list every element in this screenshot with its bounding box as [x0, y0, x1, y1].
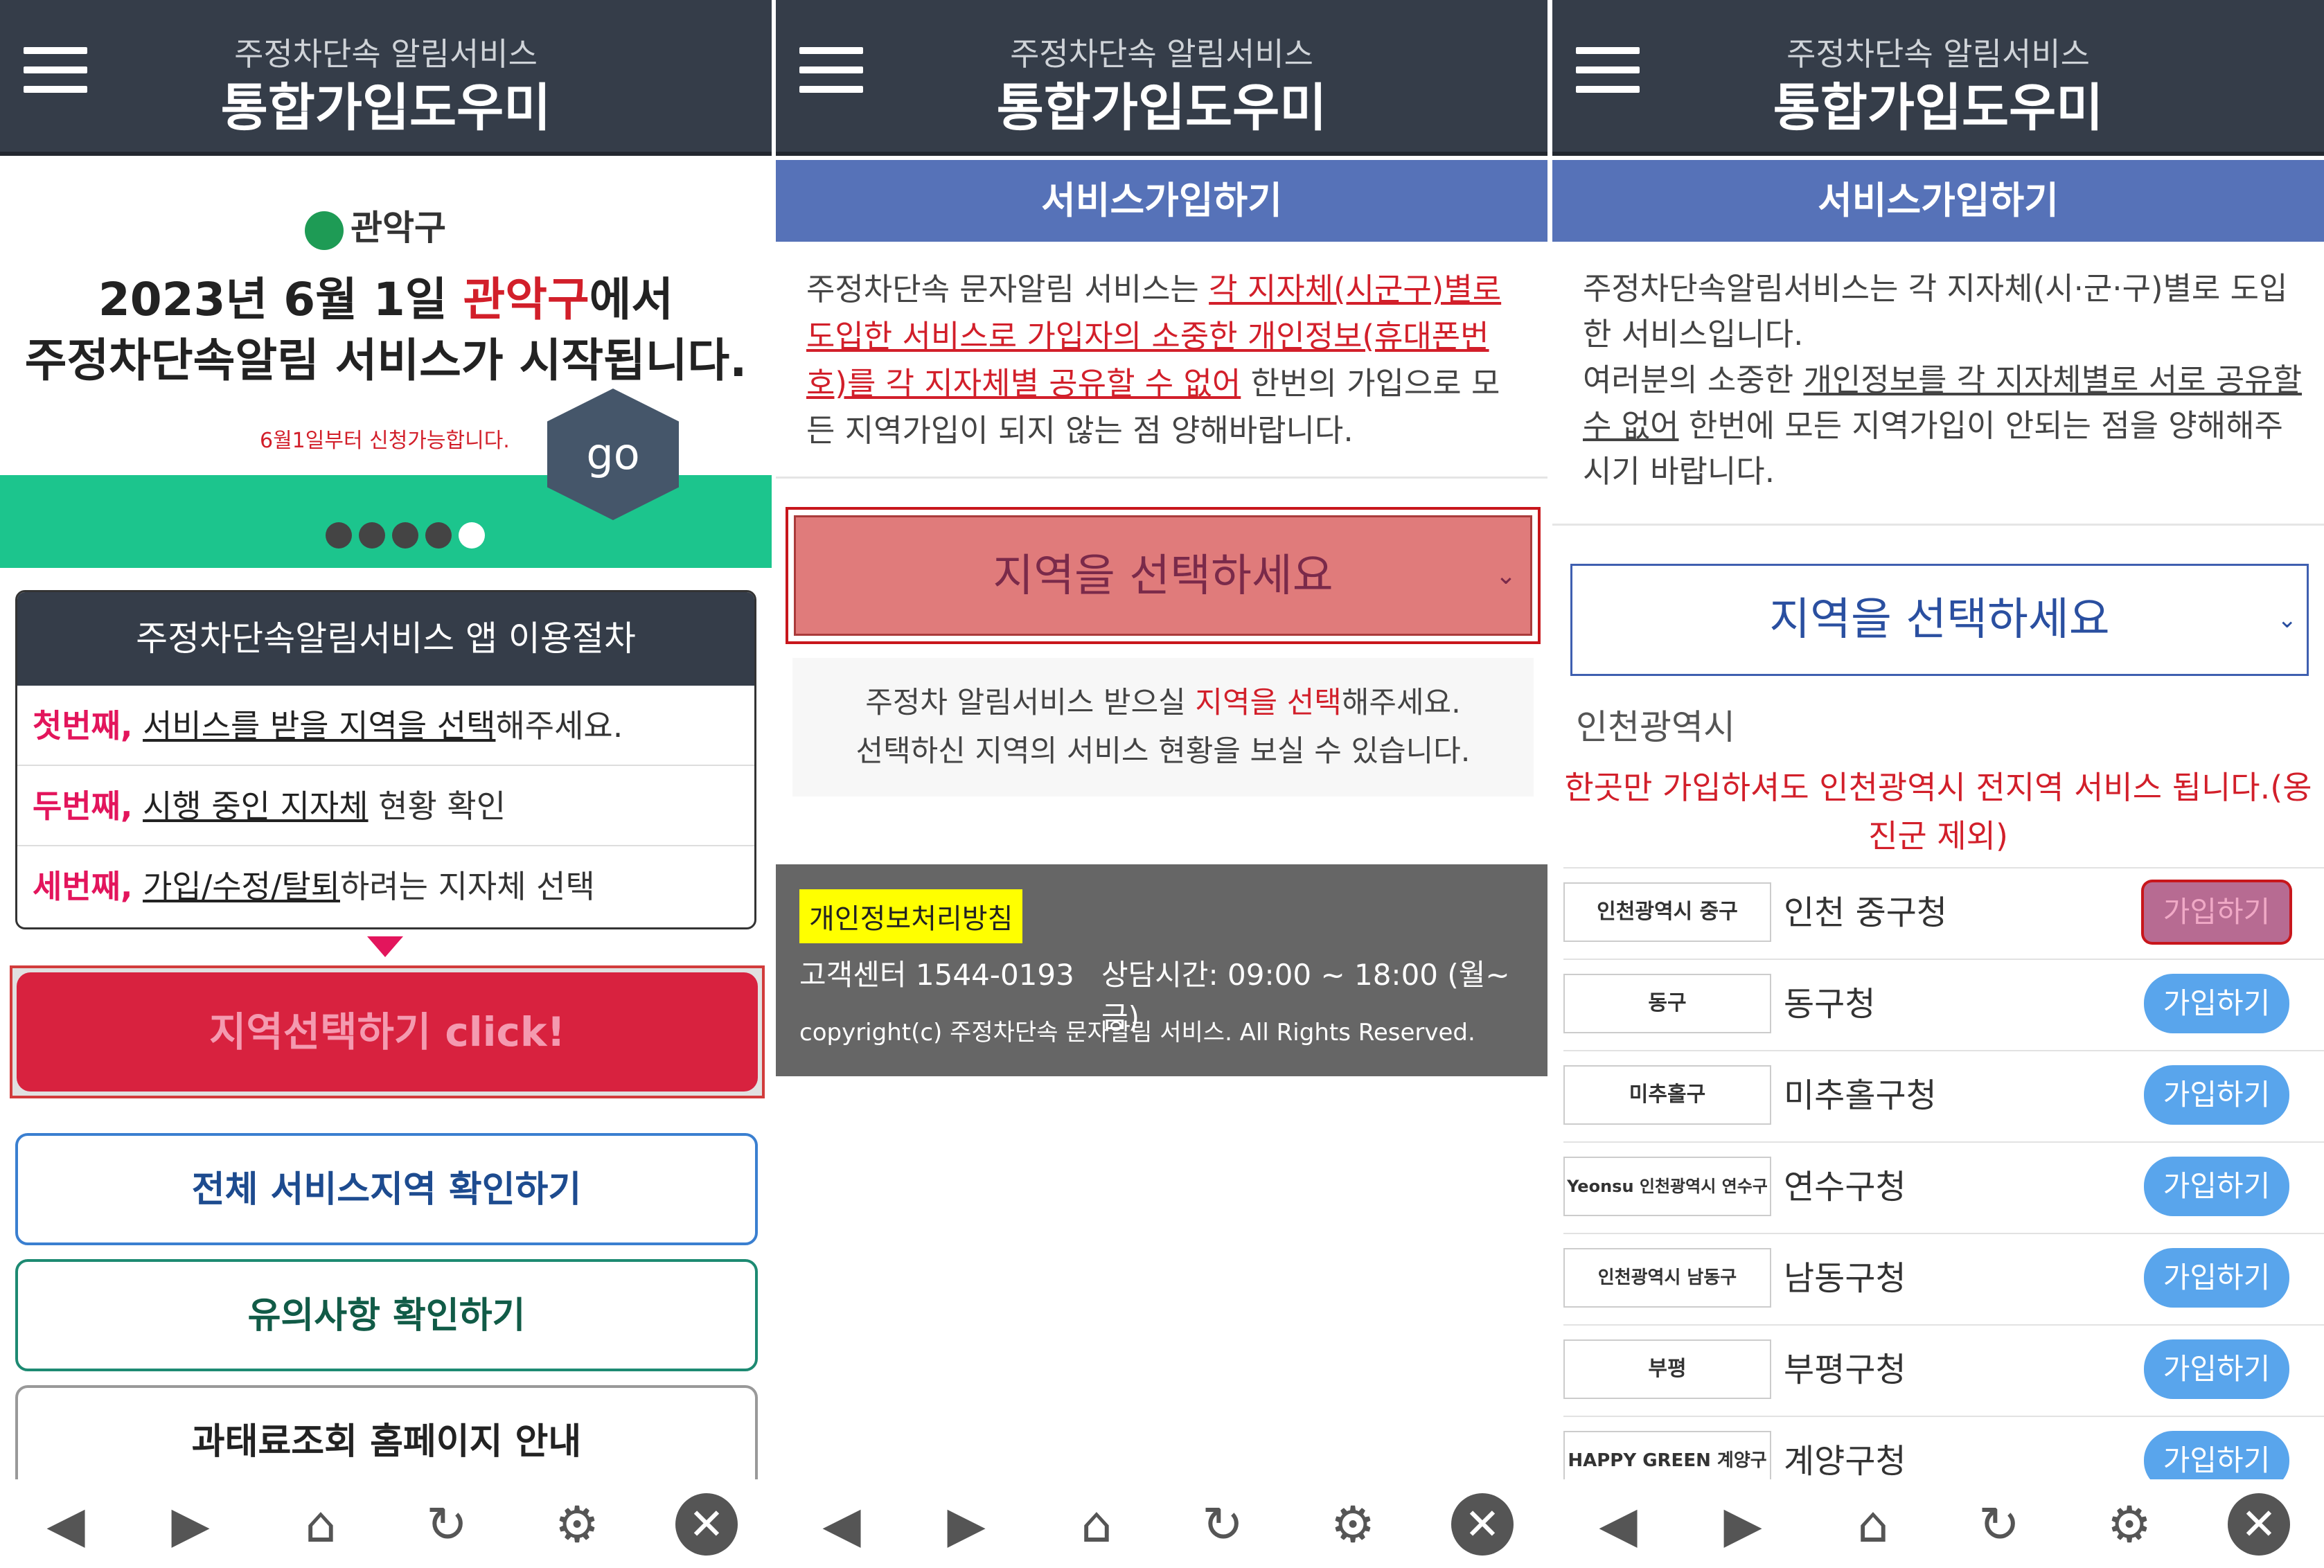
back-icon[interactable]: ◀ [810, 1493, 873, 1556]
region-select[interactable]: 지역을 선택하세요 ⌄ [1570, 564, 2309, 676]
chevron-down-icon: ⌄ [1495, 562, 1516, 590]
banner-headline-2: 주정차단속알림 서비스가 시작됩니다. [24, 334, 747, 387]
settings-icon[interactable]: ⚙ [2098, 1493, 2161, 1556]
panel-signup-select: 주정차단속 알림서비스 통합가입도우미 서비스가입하기 주정차단속 문자알림 서… [776, 0, 1547, 1568]
intro-text: 주정차단속 문자알림 서비스는 각 지자체(시군구)별로 도입한 서비스로 가입… [806, 271, 1502, 449]
site-footer: 개인정보처리방침 고객센터 1544-0193 상담시간: 09:00 ~ 18… [776, 864, 1547, 1076]
refresh-icon[interactable]: ↻ [416, 1493, 478, 1556]
org-logo: 인천광역시 남동구 [1563, 1248, 1771, 1308]
back-icon[interactable]: ◀ [1587, 1493, 1649, 1556]
org-name: 미추홀구청 [1784, 1076, 1937, 1115]
home-icon[interactable]: ⌂ [1842, 1493, 1904, 1556]
header-title: 통합가입도우미 [996, 78, 1327, 138]
org-logo: 부평 [1563, 1339, 1771, 1399]
section-title-bar: 서비스가입하기 [776, 160, 1547, 242]
separator [776, 476, 1547, 479]
customer-center: 고객센터 1544-0193 [799, 958, 1074, 992]
org-logo: 인천광역시 중구 [1563, 882, 1771, 942]
join-button[interactable]: 가입하기 [2144, 1339, 2289, 1399]
carousel-dots[interactable] [326, 522, 492, 551]
region-select[interactable]: 지역을 선택하세요 ⌄ [786, 507, 1541, 644]
privacy-policy-link[interactable]: 개인정보처리방침 [799, 889, 1023, 943]
header-title: 통합가입도우미 [220, 78, 551, 138]
header-title: 통합가입도우미 [1773, 78, 2104, 138]
org-logo: 동구 [1563, 974, 1771, 1033]
step-1-link[interactable]: 서비스를 받을 지역을 선택 [143, 707, 495, 745]
refresh-icon[interactable]: ↻ [1968, 1493, 2030, 1556]
procedure-title: 주정차단속알림서비스 앱 이용절차 [17, 592, 754, 686]
org-row: 인천광역시 중구 인천 중구청 가입하기 [1563, 867, 2324, 959]
notice-button[interactable]: 유의사항 확인하기 [15, 1259, 758, 1371]
org-row: 동구 동구청 가입하기 [1563, 959, 2324, 1050]
close-icon[interactable]: ✕ [2228, 1493, 2290, 1556]
org-name: 인천 중구청 [1784, 893, 1948, 932]
procedure-step-1: 첫번째, 서비스를 받을 지역을 선택해주세요. [17, 686, 754, 766]
intro-text: 주정차단속알림서비스는 각 지자체(시·군·구)별로 도입한 서비스입니다. 여… [1583, 270, 2303, 490]
chevron-down-icon: ⌄ [2277, 606, 2298, 634]
join-button[interactable]: 가입하기 [2144, 974, 2289, 1033]
org-row: 인천광역시 남동구 남동구청 가입하기 [1563, 1233, 2324, 1324]
gwanak-logo: 관악구 [305, 200, 446, 250]
procedure-box: 주정차단속알림서비스 앱 이용절차 첫번째, 서비스를 받을 지역을 선택해주세… [15, 590, 756, 929]
carousel-dot[interactable] [326, 522, 352, 549]
home-icon[interactable]: ⌂ [290, 1493, 352, 1556]
banner-note: 6월1일부터 신청가능합니다. [260, 429, 510, 453]
carousel-dot[interactable] [392, 522, 418, 549]
org-row: 미추홀구 미추홀구청 가입하기 [1563, 1050, 2324, 1141]
region-name: 인천광역시 [1576, 707, 1735, 747]
org-logo: 미추홀구 [1563, 1065, 1771, 1125]
close-icon[interactable]: ✕ [675, 1493, 738, 1556]
join-button[interactable]: 가입하기 [2144, 1248, 2289, 1308]
gwanak-emblem-icon [305, 211, 344, 250]
select-hint: 주정차 알림서비스 받으실 지역을 선택해주세요. 선택하신 지역의 서비스 현… [792, 658, 1534, 796]
panel-home: 주정차단속 알림서비스 통합가입도우미 관악구 2023년 6월 1일 관악구에… [0, 0, 772, 1568]
org-name: 부평구청 [1784, 1351, 1906, 1389]
org-row: Yeonsu 인천광역시 연수구 연수구청 가입하기 [1563, 1141, 2324, 1233]
org-name: 남동구청 [1784, 1259, 1906, 1298]
settings-icon[interactable]: ⚙ [1322, 1493, 1384, 1556]
home-icon[interactable]: ⌂ [1065, 1493, 1128, 1556]
app-header: 주정차단속 알림서비스 통합가입도우미 [0, 0, 772, 156]
step-3-link[interactable]: 가입/수정/탈퇴 [143, 868, 340, 905]
carousel-dot[interactable] [425, 522, 452, 549]
app-header: 주정차단속 알림서비스 통합가입도우미 [776, 0, 1547, 156]
close-icon[interactable]: ✕ [1451, 1493, 1514, 1556]
join-button[interactable]: 가입하기 [2144, 882, 2289, 942]
forward-icon[interactable]: ▶ [935, 1493, 997, 1556]
org-row: 부평 부평구청 가입하기 [1563, 1324, 2324, 1416]
back-icon[interactable]: ◀ [35, 1493, 97, 1556]
forward-icon[interactable]: ▶ [1712, 1493, 1774, 1556]
select-region-button[interactable]: 지역선택하기 click! [10, 965, 765, 1098]
arrow-down-icon [367, 936, 403, 957]
bottom-nav: ◀ ▶ ⌂ ↻ ⚙ ✕ [776, 1479, 1547, 1568]
region-note: 한곳만 가입하셔도 인천광역시 전지역 서비스 됩니다.(옹진군 제외) [1564, 769, 2312, 855]
step-2-link[interactable]: 시행 중인 지자체 [143, 787, 368, 825]
copyright: copyright(c) 주정차단속 문자알림 서비스. All Rights … [799, 1019, 1475, 1046]
carousel-dot[interactable] [359, 522, 385, 549]
bottom-nav: ◀ ▶ ⌂ ↻ ⚙ ✕ [0, 1479, 772, 1568]
carousel-dot-active[interactable] [459, 522, 485, 549]
procedure-step-3: 세번째, 가입/수정/탈퇴하려는 지자체 선택 [33, 868, 595, 905]
org-name: 동구청 [1784, 985, 1876, 1024]
refresh-icon[interactable]: ↻ [1191, 1493, 1254, 1556]
promo-banner[interactable]: 관악구 2023년 6월 1일 관악구에서 주정차단속알림 서비스가 시작됩니다… [0, 160, 772, 569]
org-logo: Yeonsu 인천광역시 연수구 [1563, 1157, 1771, 1216]
settings-icon[interactable]: ⚙ [546, 1493, 608, 1556]
panel-signup-incheon: 주정차단속 알림서비스 통합가입도우미 서비스가입하기 주정차단속알림서비스는 … [1552, 0, 2324, 1568]
separator [1552, 524, 2324, 526]
all-regions-button[interactable]: 전체 서비스지역 확인하기 [15, 1133, 758, 1245]
forward-icon[interactable]: ▶ [159, 1493, 222, 1556]
banner-headline-1: 2023년 6월 1일 관악구에서 [98, 273, 674, 326]
org-name: 계양구청 [1784, 1442, 1906, 1481]
join-button[interactable]: 가입하기 [2144, 1065, 2289, 1125]
join-button[interactable]: 가입하기 [2144, 1157, 2289, 1216]
bottom-nav: ◀ ▶ ⌂ ↻ ⚙ ✕ [1552, 1479, 2324, 1568]
section-title-bar: 서비스가입하기 [1552, 160, 2324, 242]
app-header: 주정차단속 알림서비스 통합가입도우미 [1552, 0, 2324, 156]
org-name: 연수구청 [1784, 1168, 1906, 1206]
procedure-step-2: 두번째, 시행 중인 지자체 현황 확인 [17, 766, 754, 846]
